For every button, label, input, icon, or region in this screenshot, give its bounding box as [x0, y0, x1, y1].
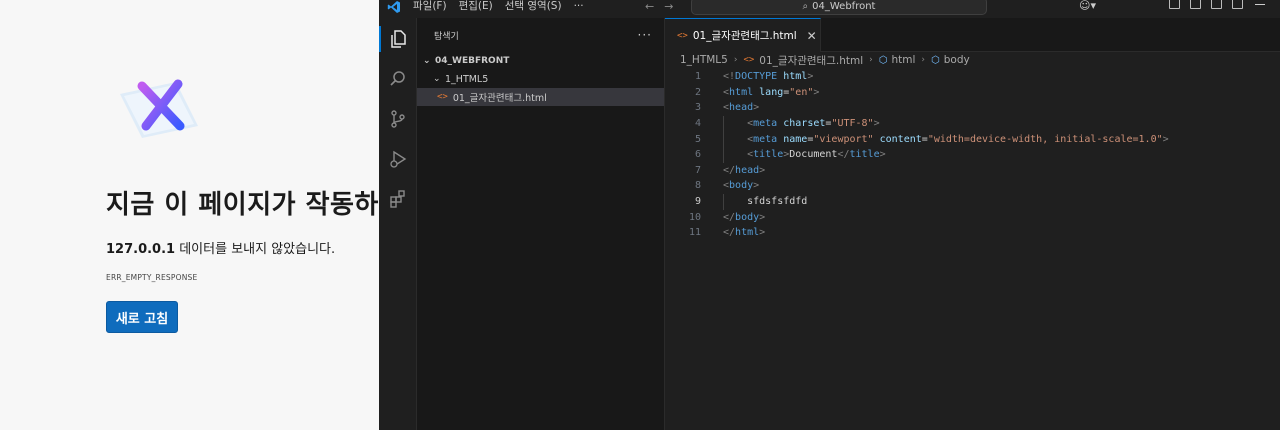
line-number: 1 — [694, 71, 701, 83]
close-icon[interactable]: ✕ — [807, 29, 817, 43]
nav-arrows: ← → — [645, 0, 683, 13]
reload-button[interactable]: 새로 고침 — [106, 301, 178, 333]
code-line: 8 <body> — [665, 178, 1280, 194]
vscode-logo-icon — [387, 1, 400, 13]
code-line-current: 9 sfdsfsfdfd — [665, 194, 1280, 210]
line-number: 7 — [694, 164, 701, 176]
breadcrumb-body[interactable]: body — [944, 54, 970, 66]
code-line: 4 <meta charset="UTF-8"> — [665, 116, 1280, 132]
editor-area: <> 01_글자관련태그.html ✕ 1_HTML5 › <> 01_글자관련… — [665, 18, 1280, 430]
tree-root-folder[interactable]: ⌄ 04_WEBFRONT — [417, 52, 664, 70]
forward-arrow-icon[interactable]: → — [664, 0, 673, 13]
chevron-down-icon: ⌄ — [423, 56, 431, 66]
tree-file-label: 01_글자관련태그.html — [452, 93, 547, 104]
code-line: 1 <!DOCTYPE html> — [665, 69, 1280, 85]
error-title: 지금 이 페이지가 작동하지 않습니다 — [106, 190, 379, 220]
chevron-down-icon: ⌄ — [433, 74, 441, 84]
html-file-icon: <> — [437, 92, 448, 102]
tree-file-item[interactable]: <> 01_글자관련태그.html — [417, 88, 664, 106]
line-number: 4 — [694, 118, 701, 130]
line-number: 2 — [694, 86, 701, 98]
back-arrow-icon[interactable]: ← — [645, 0, 654, 13]
title-bar: 파일(F) 편집(E) 선택 영역(S) ··· ← → ⌕ 04_Webfron… — [379, 0, 1280, 18]
toggle-secondary-sidebar-icon[interactable] — [1232, 0, 1243, 9]
error-code: ERR_EMPTY_RESPONSE — [106, 273, 198, 282]
explorer-sidebar: 탐색기 ··· ⌄ 04_WEBFRONT ⌄ 1_HTML5 <> 01_글자… — [417, 18, 665, 430]
breadcrumb-file[interactable]: 01_글자관련태그.html — [759, 53, 863, 68]
breadcrumb-folder[interactable]: 1_HTML5 — [680, 54, 728, 66]
html-file-icon: <> — [677, 30, 688, 41]
error-host: 127.0.0.1 — [106, 242, 176, 257]
tree-root-label: 04_WEBFRONT — [435, 56, 510, 66]
element-cube-icon: ⬡ — [931, 54, 940, 66]
run-debug-icon[interactable] — [379, 142, 417, 176]
copilot-icon[interactable]: ☺▾ — [1079, 0, 1096, 12]
chevron-right-icon: › — [921, 55, 925, 65]
explorer-more-icon[interactable]: ··· — [638, 28, 652, 42]
code-line: 7 </head> — [665, 163, 1280, 179]
tab-bar: <> 01_글자관련태그.html ✕ — [665, 18, 1280, 52]
line-number: 6 — [694, 149, 701, 161]
menu-more[interactable]: ··· — [574, 0, 584, 12]
line-number: 10 — [688, 211, 701, 223]
command-center[interactable]: ⌕ 04_Webfront — [691, 0, 987, 15]
code-line: 3 <head> — [665, 100, 1280, 116]
browser-error-page: 지금 이 페이지가 작동하지 않습니다 127.0.0.1 데이터를 보내지 않… — [0, 0, 379, 430]
error-description: 127.0.0.1 데이터를 보내지 않았습니다. — [106, 238, 335, 257]
minimize-icon[interactable] — [1255, 4, 1265, 5]
line-number: 11 — [688, 227, 701, 239]
tab-active-file[interactable]: <> 01_글자관련태그.html ✕ — [665, 18, 821, 52]
menu-file[interactable]: 파일(F) — [413, 0, 447, 12]
code-line: 6 <title>Document</title> — [665, 147, 1280, 163]
code-editor[interactable]: 1 <!DOCTYPE html> 2 <html lang="en"> 3 <… — [665, 69, 1280, 241]
explorer-title: 탐색기 — [434, 31, 459, 42]
chevron-right-icon: › — [733, 55, 738, 65]
menu-edit[interactable]: 편집(E) — [459, 0, 493, 12]
search-icon[interactable] — [379, 62, 417, 96]
code-line: 10 </body> — [665, 209, 1280, 225]
tree-folder-html5[interactable]: ⌄ 1_HTML5 — [417, 70, 664, 88]
tab-label: 01_글자관련태그.html — [692, 30, 797, 42]
layout-controls — [1169, 0, 1243, 9]
chevron-right-icon: › — [869, 55, 873, 65]
line-number: 3 — [694, 102, 701, 114]
html-file-icon: <> — [743, 55, 755, 65]
search-icon: ⌕ — [802, 0, 809, 12]
menu-bar: 파일(F) 편집(E) 선택 영역(S) ··· — [413, 0, 596, 12]
source-control-icon[interactable] — [379, 102, 417, 136]
error-x-icon — [120, 79, 198, 138]
element-cube-icon: ⬡ — [878, 54, 888, 66]
code-line: 5 <meta name="viewport" content="width=d… — [665, 131, 1280, 147]
explorer-header: 탐색기 ··· — [417, 18, 664, 52]
vscode-window: 파일(F) 편집(E) 선택 영역(S) ··· ← → ⌕ 04_Webfron… — [379, 0, 1280, 430]
code-line: 2 <html lang="en"> — [665, 85, 1280, 101]
extensions-icon[interactable] — [379, 182, 417, 216]
explorer-icon[interactable] — [379, 22, 417, 56]
code-line: 11 </html> — [665, 225, 1280, 241]
breadcrumb-html[interactable]: html — [891, 54, 915, 66]
toggle-bottom-panel-icon[interactable] — [1211, 0, 1222, 9]
error-message: 데이터를 보내지 않았습니다. — [175, 242, 336, 257]
activity-bar — [379, 18, 417, 430]
breadcrumb: 1_HTML5 › <> 01_글자관련태그.html › ⬡ html › ⬡… — [665, 53, 1280, 67]
tree-folder-label: 1_HTML5 — [445, 73, 489, 85]
line-number: 8 — [694, 180, 701, 192]
command-center-label: 04_Webfront — [812, 0, 876, 12]
line-number: 5 — [694, 133, 701, 145]
toggle-panel-icon[interactable] — [1169, 0, 1180, 9]
menu-selection[interactable]: 선택 영역(S) — [505, 0, 562, 12]
toggle-sidebar-icon[interactable] — [1190, 0, 1201, 9]
line-number: 9 — [694, 196, 701, 208]
